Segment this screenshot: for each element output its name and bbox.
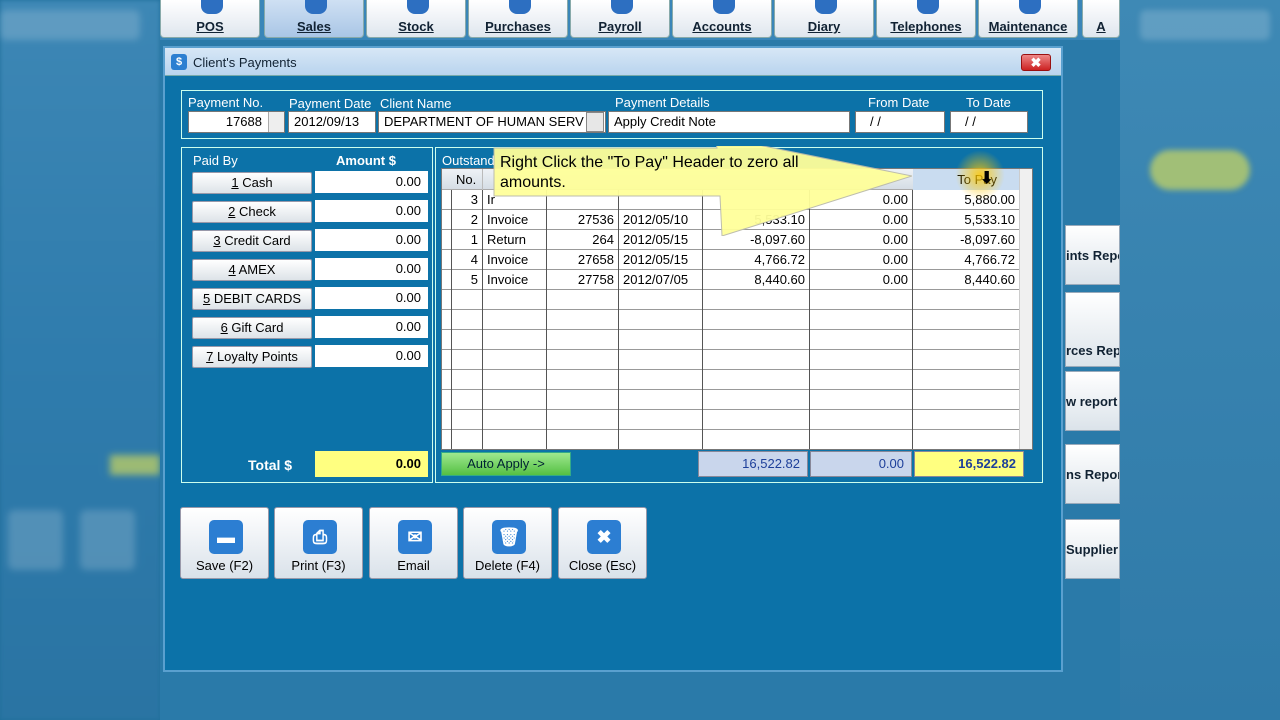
amex-amount[interactable]: 0.00 (315, 258, 428, 280)
toolbar-diary[interactable]: Diary (774, 0, 874, 38)
loyalty-points-button[interactable]: 7 Loyalty Points (192, 346, 312, 368)
tooltip-text: Right Click the "To Pay" Header to zero … (500, 154, 799, 191)
report-button-5[interactable]: Supplier (1065, 519, 1120, 579)
credit-card-amount[interactable]: 0.00 (315, 229, 428, 251)
total-paid-outstanding: 0.00 (810, 451, 912, 477)
pos-icon (201, 0, 223, 14)
save-icon: ▬ (209, 520, 243, 554)
toolbar-stock[interactable]: Stock (366, 0, 466, 38)
email-icon: ✉ (398, 520, 432, 554)
sales-icon (305, 0, 327, 14)
toolbar-payroll[interactable]: Payroll (570, 0, 670, 38)
blurred-toolbar (1140, 10, 1270, 40)
amex-button[interactable]: 4 AMEX (192, 259, 312, 281)
toolbar-pos[interactable]: POS (160, 0, 260, 38)
cash-amount[interactable]: 0.00 (315, 171, 428, 193)
diary-icon (815, 0, 837, 14)
toolbar-accounts[interactable]: Accounts (672, 0, 772, 38)
paid-by-panel: Paid By Amount $ 1 Cash 0.00 2 Check 0.0… (181, 147, 433, 483)
payment-date-label: Payment Date (289, 96, 372, 111)
mouse-cursor-icon: ⬇ (980, 170, 994, 187)
check-button[interactable]: 2 Check (192, 201, 312, 223)
close-button[interactable]: ✖ Close (Esc) (558, 507, 647, 579)
dollar-icon: $ (171, 54, 187, 70)
table-row[interactable]: 5 Invoice 27758 2012/07/05 8,440.60 0.00… (442, 270, 1020, 290)
blurred-right-background (1120, 0, 1280, 720)
table-row[interactable]: 4 Invoice 27658 2012/05/15 4,766.72 0.00… (442, 250, 1020, 270)
toolbar-telephones[interactable]: Telephones (876, 0, 976, 38)
payment-no-label: Payment No. (188, 95, 264, 110)
close-icon[interactable]: ✖ (1021, 54, 1051, 71)
total-to-pay: 16,522.82 (914, 451, 1024, 477)
trash-icon: 🗑 (492, 520, 526, 554)
main-toolbar: POS Sales Stock Purchases Payroll Accoun… (160, 0, 1120, 40)
gift-card-button[interactable]: 6 Gift Card (192, 317, 312, 339)
email-button[interactable]: ✉ Email (369, 507, 458, 579)
debit-cards-amount[interactable]: 0.00 (315, 287, 428, 309)
amount-heading: Amount $ (336, 153, 396, 168)
payment-details-field[interactable]: Apply Credit Note (608, 111, 850, 133)
loyalty-points-amount[interactable]: 0.00 (315, 345, 428, 367)
toolbar-more[interactable]: A (1082, 0, 1120, 38)
accounts-icon (713, 0, 735, 14)
report-button-3[interactable]: w report (1065, 371, 1120, 431)
blurred-left-background (0, 0, 160, 720)
cash-button[interactable]: 1 Cash (192, 172, 312, 194)
dialog-title: Client's Payments (193, 55, 297, 70)
total-amount-outstanding: 16,522.82 (698, 451, 808, 477)
client-name-label: Client Name (380, 96, 452, 111)
to-date-label: To Date (966, 95, 1011, 110)
print-button[interactable]: ⎙ Print (F3) (274, 507, 363, 579)
purchases-icon (509, 0, 531, 14)
blurred-arrow (1150, 150, 1250, 190)
toolbar-purchases[interactable]: Purchases (468, 0, 568, 38)
blurred-toolbar (0, 10, 140, 40)
debit-cards-button[interactable]: 5 DEBIT CARDS (192, 288, 312, 310)
check-amount[interactable]: 0.00 (315, 200, 428, 222)
report-button-1[interactable]: ints Repo (1065, 225, 1120, 285)
report-button-2[interactable]: rces Repo (1065, 292, 1120, 367)
grid-scrollbar[interactable] (1019, 169, 1032, 449)
total-amount: 0.00 (315, 451, 428, 477)
empty-rows (442, 290, 1020, 449)
blurred-highlight (110, 455, 160, 475)
delete-button[interactable]: 🗑 Delete (F4) (463, 507, 552, 579)
toolbar-sales[interactable]: Sales (264, 0, 364, 38)
report-button-4[interactable]: ns Repor (1065, 444, 1120, 504)
from-date-label: From Date (868, 95, 930, 110)
payment-no-field[interactable]: 17688 (188, 111, 285, 133)
gift-card-amount[interactable]: 0.00 (315, 316, 428, 338)
to-date-field[interactable]: / / (950, 111, 1028, 133)
payroll-icon (611, 0, 633, 14)
paid-by-heading: Paid By (193, 153, 238, 168)
payment-details-label: Payment Details (615, 95, 710, 110)
credit-card-button[interactable]: 3 Credit Card (192, 230, 312, 252)
outstanding-heading: Outstand (442, 153, 495, 168)
from-date-field[interactable]: / / (855, 111, 945, 133)
blurred-button (80, 510, 135, 570)
right-side-reports: ints Repo rces Repo w report ns Repor Su… (1065, 128, 1120, 628)
maintenance-icon (1019, 0, 1041, 14)
dialog-title-bar: $ Client's Payments ✖ (165, 48, 1061, 76)
total-label: Total $ (248, 457, 293, 473)
header-no[interactable]: No. (452, 169, 483, 190)
stock-icon (407, 0, 429, 14)
print-icon: ⎙ (303, 520, 337, 554)
blurred-button (8, 510, 63, 570)
client-name-field[interactable]: DEPARTMENT OF HUMAN SERV (378, 111, 606, 133)
telephone-icon (917, 0, 939, 14)
chevron-down-icon[interactable] (586, 112, 604, 132)
toolbar-maintenance[interactable]: Maintenance (978, 0, 1078, 38)
spinner-icon[interactable] (268, 112, 284, 132)
auto-apply-button[interactable]: Auto Apply -> (441, 452, 571, 476)
payment-date-field[interactable]: 2012/09/13 (288, 111, 376, 133)
close-icon: ✖ (587, 520, 621, 554)
save-button[interactable]: ▬ Save (F2) (180, 507, 269, 579)
